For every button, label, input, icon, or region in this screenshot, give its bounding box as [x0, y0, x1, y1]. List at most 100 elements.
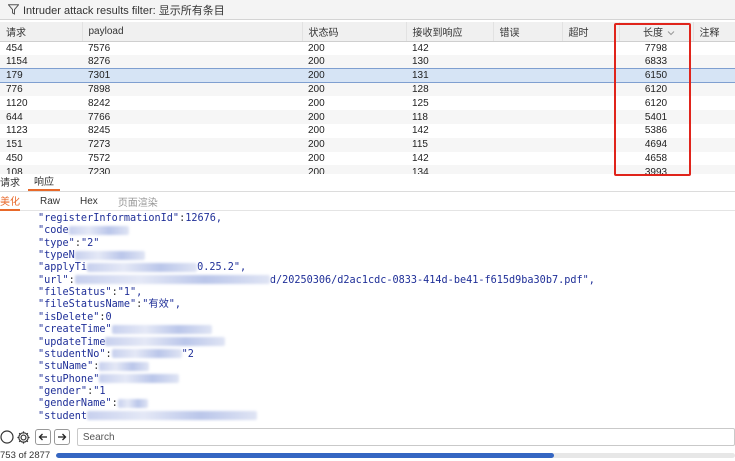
- table-row[interactable]: 1120 8242 200 125 6120: [0, 96, 735, 110]
- cell-request: 151: [0, 137, 82, 152]
- cell-timeout: [562, 96, 619, 110]
- next-arrow-icon[interactable]: [53, 429, 70, 445]
- json-key: "fileStatus": [38, 287, 112, 299]
- column-header-length[interactable]: 长度: [619, 22, 694, 42]
- table-row[interactable]: 1123 8245 200 142 5386: [0, 124, 735, 138]
- cell-length: 6120: [619, 82, 693, 97]
- response-body-viewer[interactable]: "registerInformationId":12676, "code "type…: [0, 212, 735, 422]
- cell-status: 200: [302, 137, 406, 152]
- table-row[interactable]: 454 7576 200 142 7798: [0, 41, 735, 55]
- cell-timeout: [562, 110, 619, 124]
- cell-length: 5401: [619, 110, 693, 124]
- cell-response-received: 125: [412, 97, 429, 109]
- cell-comment: [693, 54, 735, 69]
- tab-pretty[interactable]: 美化: [0, 193, 20, 211]
- tab-request[interactable]: 请求: [0, 174, 28, 191]
- json-value: 0: [105, 311, 112, 323]
- cell-error: [493, 165, 562, 174]
- cell-timeout: [562, 41, 619, 55]
- cell-status: 200: [302, 68, 406, 84]
- column-header-length-label: 长度: [643, 27, 663, 39]
- json-value: "2": [80, 237, 100, 249]
- json-key: "fileStatusName": [38, 299, 137, 311]
- tab-raw[interactable]: Raw: [40, 196, 60, 207]
- code-line: "student: [38, 410, 258, 422]
- tab-hex[interactable]: Hex: [80, 196, 98, 207]
- redacted-value: [111, 324, 212, 334]
- progress-bar-fill: [56, 453, 554, 458]
- column-header-status[interactable]: 状态码: [302, 22, 407, 42]
- cell-comment: [693, 152, 735, 166]
- table-row[interactable]: 1154 8276 200 130 6833: [0, 54, 735, 69]
- cell-comment: [693, 82, 735, 97]
- redacted-value: [111, 349, 182, 359]
- cell-payload: 7766: [82, 110, 302, 124]
- cell-timeout: [562, 152, 619, 166]
- column-header-response-received[interactable]: 接收到响应: [406, 22, 494, 42]
- cell-timeout: [562, 54, 619, 69]
- cell-comment: [693, 137, 735, 152]
- results-filter-bar[interactable]: Intruder attack results filter: 显示所有条目: [0, 0, 735, 20]
- table-row[interactable]: 450 7572 200 142 4658: [0, 152, 735, 166]
- cell-timeout: [562, 137, 619, 152]
- table-row[interactable]: 776 7898 200 128 6120: [0, 82, 735, 97]
- cell-length: 4658: [644, 152, 668, 164]
- cell-response-received: 118: [406, 110, 493, 124]
- redacted-value: [74, 250, 145, 260]
- json-key: "url": [38, 274, 69, 286]
- help-icon[interactable]: [0, 429, 14, 445]
- cell-length: 6150: [619, 68, 693, 84]
- tab-render[interactable]: 页面渲染: [118, 194, 158, 209]
- cell-status: 200: [308, 125, 325, 137]
- json-key: "registerInformationId": [38, 213, 180, 224]
- cell-payload: 8242: [88, 97, 111, 109]
- json-key: "genderName": [38, 398, 112, 410]
- sort-descending-icon: [667, 31, 675, 36]
- cell-request: 450: [6, 152, 23, 164]
- cell-status: 200: [302, 110, 406, 124]
- results-table: 请求 payload 状态码 接收到响应 错误 超时 长度 注释 454 7576…: [0, 22, 735, 174]
- settings-gear-icon[interactable]: [16, 429, 32, 445]
- cell-length: 3993: [619, 165, 693, 174]
- cell-timeout: [562, 165, 619, 174]
- cell-payload: 7576: [88, 42, 111, 54]
- cell-request: 454: [6, 42, 23, 54]
- column-header-comment[interactable]: 注释: [693, 22, 735, 42]
- table-row[interactable]: 644 7766 200 118 5401: [0, 110, 735, 124]
- search-input[interactable]: [76, 428, 735, 446]
- json-key: "isDelete": [38, 311, 100, 323]
- cell-length: 6120: [644, 97, 668, 109]
- column-header-request[interactable]: 请求: [0, 22, 83, 42]
- table-row[interactable]: 179 7301 200 131 6150: [0, 68, 735, 84]
- cell-payload: 8245: [88, 125, 111, 137]
- table-row[interactable]: 151 7273 200 115 4694: [0, 137, 735, 152]
- json-value: "2: [181, 348, 194, 360]
- table-row[interactable]: 108 7230 200 134 3993: [0, 165, 735, 174]
- column-header-error[interactable]: 错误: [493, 22, 563, 42]
- json-separator: :: [68, 274, 75, 286]
- json-separator: :: [111, 398, 118, 410]
- json-value: 0.25.2",: [197, 262, 247, 274]
- cell-error: [493, 124, 562, 138]
- cell-status: 200: [302, 165, 406, 174]
- redacted-value: [99, 374, 180, 384]
- funnel-icon: [6, 3, 20, 17]
- column-header-payload[interactable]: payload: [82, 22, 303, 42]
- redacted-value: [105, 337, 226, 346]
- cell-response-received: 128: [406, 82, 493, 97]
- tab-response[interactable]: 响应: [28, 173, 60, 191]
- redacted-value: [68, 225, 129, 235]
- json-key: "createTime": [38, 324, 112, 336]
- cell-status: 200: [308, 152, 325, 164]
- cell-response-received: 130: [406, 54, 493, 69]
- cell-request: 179: [0, 68, 82, 84]
- column-header-timeout[interactable]: 超时: [562, 22, 620, 42]
- json-key: "studentNo": [38, 348, 106, 360]
- json-value: "1",: [117, 287, 143, 299]
- attack-progress: 753 of 2877: [0, 450, 735, 461]
- json-value: d/20250306/d2ac1cdc-0833-414d-be41-f615d…: [269, 274, 595, 286]
- cell-request: 1154: [0, 54, 82, 69]
- cell-comment: [693, 110, 735, 124]
- json-key: "stuPhone": [38, 373, 100, 385]
- previous-arrow-icon[interactable]: [34, 429, 51, 445]
